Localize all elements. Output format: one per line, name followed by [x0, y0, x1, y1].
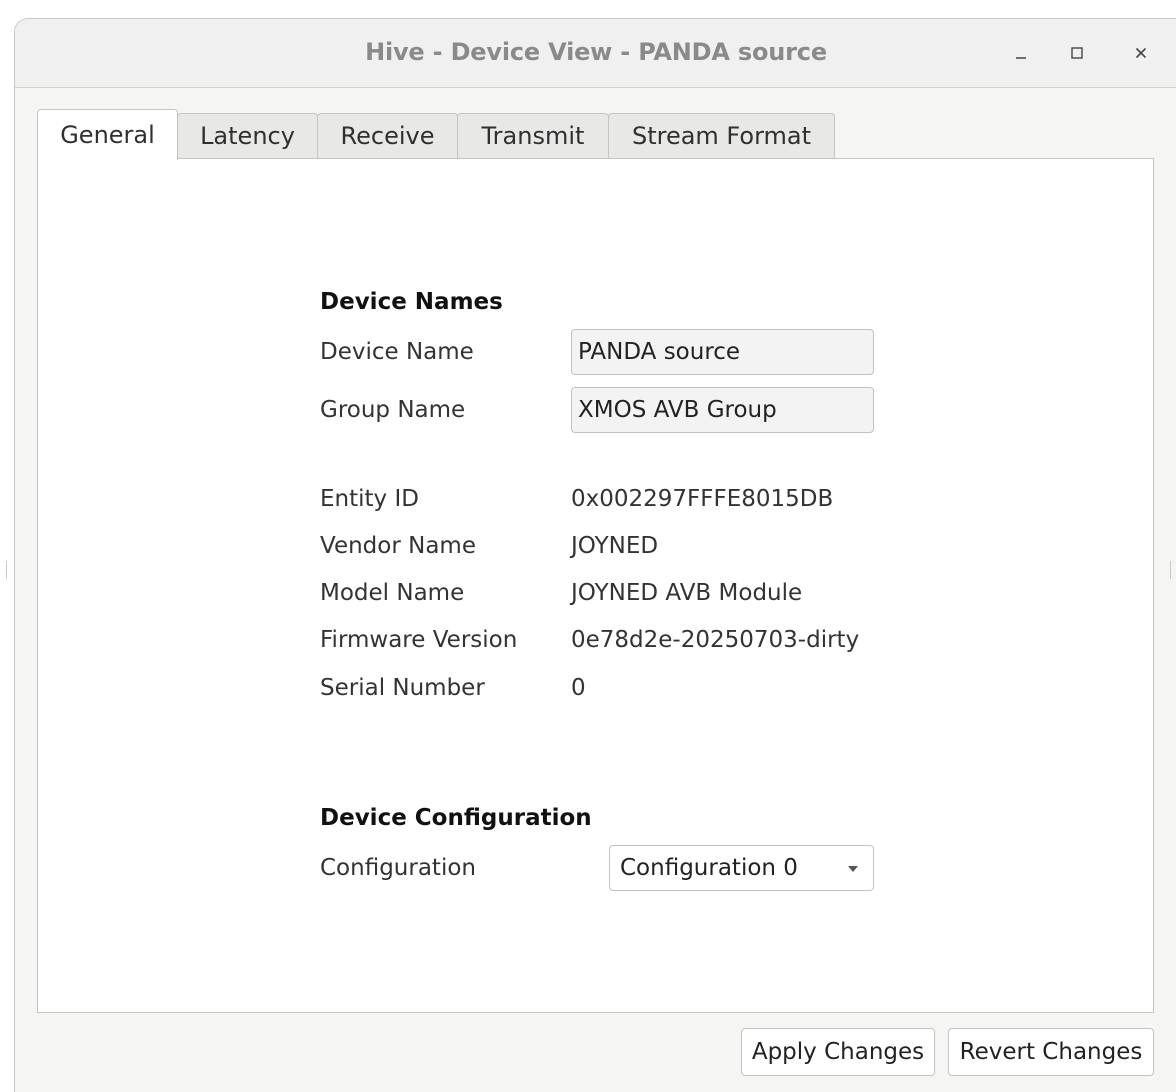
- vendor-name-label: Vendor Name: [320, 533, 476, 559]
- group-name-label: Group Name: [320, 397, 466, 423]
- serial-number-value: 0: [571, 675, 586, 701]
- close-icon: [1135, 47, 1147, 59]
- revert-changes-button[interactable]: Revert Changes: [948, 1028, 1154, 1076]
- tab-stream-format[interactable]: Stream Format: [608, 113, 835, 158]
- left-edge-divider: [6, 561, 15, 579]
- model-name-label: Model Name: [320, 580, 465, 606]
- maximize-button[interactable]: [1057, 33, 1097, 73]
- firmware-version-label: Firmware Version: [320, 627, 518, 653]
- minimize-icon: [1016, 57, 1026, 59]
- group-name-field[interactable]: [571, 387, 874, 433]
- firmware-version-value: 0e78d2e-20250703-dirty: [571, 627, 860, 653]
- serial-number-label: Serial Number: [320, 675, 485, 701]
- configuration-label: Configuration: [320, 855, 476, 881]
- tab-latency[interactable]: Latency: [177, 113, 318, 158]
- tab-receive[interactable]: Receive: [317, 113, 458, 158]
- model-name-value: JOYNED AVB Module: [571, 580, 803, 606]
- entity-id-value: 0x002297FFFE8015DB: [571, 486, 834, 512]
- minimize-button[interactable]: [1001, 33, 1041, 73]
- configuration-selected-value: Configuration 0: [620, 855, 798, 881]
- entity-id-label: Entity ID: [320, 486, 419, 512]
- close-button[interactable]: [1121, 33, 1161, 73]
- title-bar[interactable]: Hive - Device View - PANDA source: [15, 19, 1176, 88]
- tab-transmit[interactable]: Transmit: [457, 113, 609, 158]
- chevron-down-icon: [848, 866, 858, 872]
- device-view-window: Hive - Device View - PANDA source Genera…: [14, 18, 1176, 1092]
- right-edge-divider: [1170, 561, 1176, 579]
- device-configuration-heading: Device Configuration: [320, 805, 592, 831]
- maximize-icon: [1071, 47, 1083, 59]
- tab-general[interactable]: General: [37, 109, 178, 160]
- device-name-label: Device Name: [320, 339, 474, 365]
- configuration-dropdown[interactable]: Configuration 0: [609, 845, 874, 891]
- general-tab-panel: Device Names Device Name Group Name Enti…: [37, 158, 1154, 1013]
- apply-changes-button[interactable]: Apply Changes: [741, 1028, 935, 1076]
- device-name-field[interactable]: [571, 329, 874, 375]
- vendor-name-value: JOYNED: [571, 533, 659, 559]
- device-names-heading: Device Names: [320, 289, 503, 315]
